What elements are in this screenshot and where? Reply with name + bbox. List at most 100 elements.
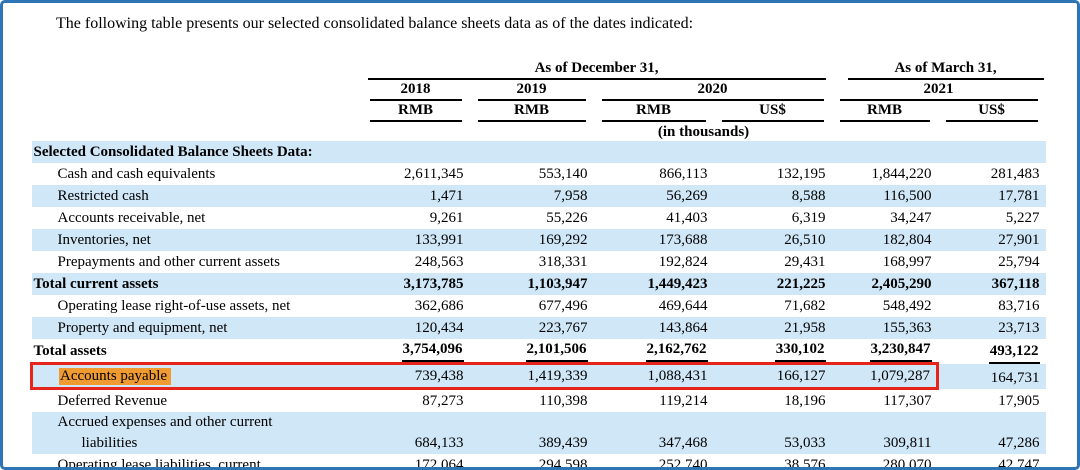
cell-value: 2,611,345 <box>362 163 470 185</box>
cell-value: 1,103,947 <box>470 273 594 295</box>
cell-value: 166,127 <box>714 364 832 389</box>
cell-value: 309,811 <box>832 412 938 454</box>
cell-value: 110,398 <box>470 389 594 413</box>
cell-value: 133,991 <box>362 229 470 251</box>
cell-value: 2,162,762 <box>594 339 714 364</box>
cell-value: 318,331 <box>470 251 594 273</box>
row-label: Inventories, net <box>32 229 362 251</box>
row-label: Property and equipment, net <box>32 317 362 339</box>
table-body: Selected Consolidated Balance Sheets Dat… <box>32 141 1046 470</box>
cell-value: 1,088,431 <box>594 364 714 389</box>
cell-value: 42,747 <box>938 454 1046 470</box>
row-label-line: liabilities <box>58 433 362 454</box>
header-year-2018: 2018 <box>362 80 470 101</box>
cell-value: 55,226 <box>470 207 594 229</box>
underlined-value: 493,122 <box>989 341 1040 364</box>
cell-value: 6,319 <box>714 207 832 229</box>
cell-value: 493,122 <box>938 339 1046 364</box>
table-row: Operating lease liabilities, current172,… <box>32 454 1046 470</box>
units-note: (in thousands) <box>362 122 1046 141</box>
row-label-line: Accrued expenses and other current <box>58 412 362 433</box>
cell-value: 164,731 <box>938 364 1046 389</box>
cell-value: 362,686 <box>362 295 470 317</box>
cell-value: 34,247 <box>832 207 938 229</box>
cell-value: 1,844,220 <box>832 163 938 185</box>
row-label: Deferred Revenue <box>32 389 362 413</box>
cell-value: 280,070 <box>832 454 938 470</box>
balance-sheet-table: As of December 31, As of March 31, 2018 … <box>30 60 1046 470</box>
header-group-row: As of December 31, As of March 31, <box>32 60 1046 80</box>
cell-value: 117,307 <box>832 389 938 413</box>
header-currency-row: RMB RMB RMB US$ RMB US$ <box>32 101 1046 122</box>
table-row: Restricted cash1,4717,95856,2698,588116,… <box>32 185 1046 207</box>
header-currency: RMB <box>594 101 714 122</box>
table-row: Selected Consolidated Balance Sheets Dat… <box>32 141 1046 163</box>
header-year-2019: 2019 <box>470 80 594 101</box>
cell-value: 120,434 <box>362 317 470 339</box>
underlined-value: 3,754,096 <box>402 339 464 362</box>
cell-value: 2,405,290 <box>832 273 938 295</box>
underlined-value: 2,101,506 <box>526 339 588 362</box>
cell-value: 17,905 <box>938 389 1046 413</box>
cell-value: 47,286 <box>938 412 1046 454</box>
cell-value: 169,292 <box>470 229 594 251</box>
cell-value: 18,196 <box>714 389 832 413</box>
header-spacer <box>32 80 362 101</box>
cell-value: 41,403 <box>594 207 714 229</box>
cell-value: 677,496 <box>470 295 594 317</box>
cell-value: 3,173,785 <box>362 273 470 295</box>
cell-value: 223,767 <box>470 317 594 339</box>
cell-value: 56,269 <box>594 185 714 207</box>
header-currency: US$ <box>938 101 1046 122</box>
cell-value: 8,588 <box>714 185 832 207</box>
cell-value: 172,064 <box>362 454 470 470</box>
cell-value: 192,824 <box>594 251 714 273</box>
row-label: Accrued expenses and other currentliabil… <box>32 412 362 454</box>
header-currency: RMB <box>362 101 470 122</box>
row-label: Total assets <box>32 339 362 364</box>
cell-value: 2,101,506 <box>470 339 594 364</box>
cell-value: 173,688 <box>594 229 714 251</box>
cell-value: 1,449,423 <box>594 273 714 295</box>
cell-value: 553,140 <box>470 163 594 185</box>
intro-text: The following table presents our selecte… <box>30 13 1064 34</box>
table-header: As of December 31, As of March 31, 2018 … <box>32 60 1046 141</box>
table-row: Total current assets3,173,7851,103,9471,… <box>32 273 1046 295</box>
cell-value: 367,118 <box>938 273 1046 295</box>
header-spacer <box>32 122 362 141</box>
cell-value: 739,438 <box>362 364 470 389</box>
cell-value: 27,901 <box>938 229 1046 251</box>
table-row: Cash and cash equivalents2,611,345553,14… <box>32 163 1046 185</box>
underlined-value: 2,162,762 <box>646 339 708 362</box>
cell-value: 168,997 <box>832 251 938 273</box>
section-header: Selected Consolidated Balance Sheets Dat… <box>32 141 1046 163</box>
cell-value: 7,958 <box>470 185 594 207</box>
document-page: The following table presents our selecte… <box>0 0 1080 470</box>
cell-value: 119,214 <box>594 389 714 413</box>
cell-value: 17,781 <box>938 185 1046 207</box>
cell-value: 53,033 <box>714 412 832 454</box>
cell-value: 469,644 <box>594 295 714 317</box>
cell-value: 182,804 <box>832 229 938 251</box>
highlighted-row-accounts-payable: Accounts payable739,4381,419,3391,088,43… <box>32 364 1046 389</box>
cell-value: 23,713 <box>938 317 1046 339</box>
cell-value: 87,273 <box>362 389 470 413</box>
cell-value: 29,431 <box>714 251 832 273</box>
table-row: Property and equipment, net120,434223,76… <box>32 317 1046 339</box>
cell-value: 26,510 <box>714 229 832 251</box>
row-label: Accounts payable <box>32 364 362 389</box>
header-currency: RMB <box>832 101 938 122</box>
table-row: Accrued expenses and other currentliabil… <box>32 412 1046 454</box>
cell-value: 71,682 <box>714 295 832 317</box>
cell-value: 347,468 <box>594 412 714 454</box>
cell-value: 5,227 <box>938 207 1046 229</box>
cell-value: 3,230,847 <box>832 339 938 364</box>
header-units-row: (in thousands) <box>32 122 1046 141</box>
cell-value: 1,471 <box>362 185 470 207</box>
header-year-2020: 2020 <box>594 80 832 101</box>
table-row: Deferred Revenue87,273110,398119,21418,1… <box>32 389 1046 413</box>
header-currency: RMB <box>470 101 594 122</box>
cell-value: 38,576 <box>714 454 832 470</box>
cell-value: 330,102 <box>714 339 832 364</box>
cell-value: 252,740 <box>594 454 714 470</box>
